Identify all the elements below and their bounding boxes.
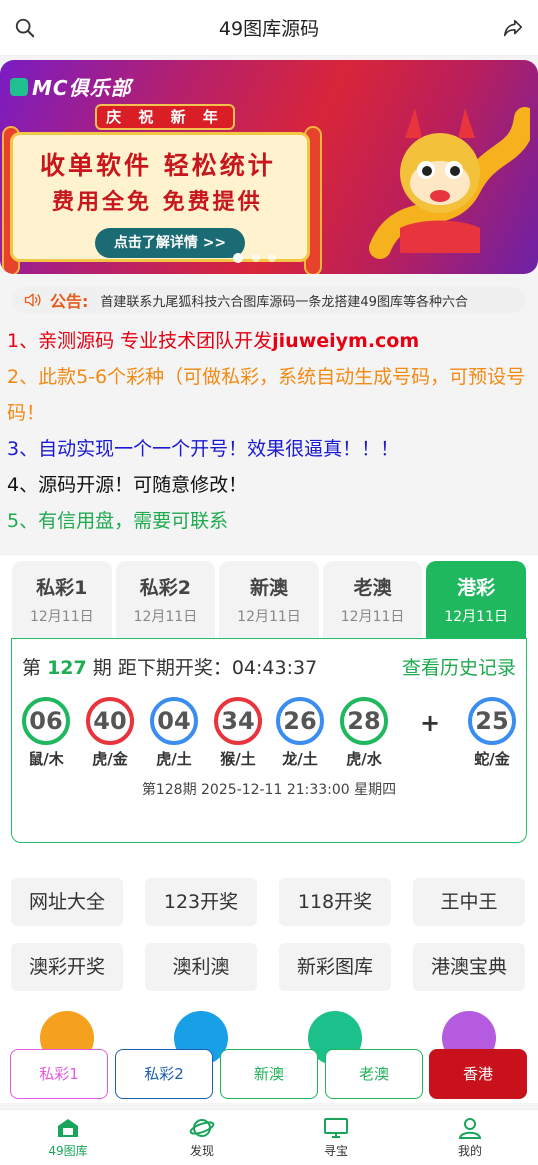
special-ball: 25 蛇/金 bbox=[468, 697, 516, 769]
ball-3: 04 虎/土 bbox=[150, 697, 198, 769]
tab-private-1[interactable]: 私彩1 12月11日 bbox=[12, 561, 112, 638]
history-link[interactable]: 查看历史记录 bbox=[402, 653, 516, 680]
tab-new-macau[interactable]: 新澳 12月11日 bbox=[219, 561, 319, 638]
home-gallery-icon bbox=[58, 1119, 78, 1137]
lottery-tabs: 私彩1 12月11日 私彩2 12月11日 新澳 12月11日 老澳 12月11日 港彩… bbox=[12, 561, 526, 638]
dragon-illustration-icon bbox=[369, 107, 530, 259]
nav-item-profile[interactable]: 我的 bbox=[430, 1116, 510, 1159]
monitor-icon bbox=[324, 1118, 348, 1138]
banner-scroll-title: 庆 祝 新 年 bbox=[95, 104, 235, 130]
ball-2: 40 虎/金 bbox=[86, 697, 134, 769]
search-icon[interactable] bbox=[14, 17, 36, 39]
intro-line-5: 5、有信用盘，需要可联系 bbox=[7, 510, 229, 532]
bottom-nav: 49图库 发现 寻宝 我的 bbox=[0, 1109, 538, 1165]
plus-sign: + bbox=[420, 709, 441, 737]
ball-5: 26 龙/土 bbox=[276, 697, 324, 769]
link-button[interactable]: 澳彩开奖 bbox=[11, 943, 123, 991]
announcement-bar[interactable]: 公告: 首建联系九尾狐科技六合图库源码一条龙搭建49图库等各种六合 bbox=[12, 287, 526, 313]
promo-banner[interactable]: MC俱乐部 庆 祝 新 年 收单软件 轻松统计 费用全免 免费提供 点击了解详情… bbox=[0, 60, 538, 274]
tab-old-macau[interactable]: 老澳 12月11日 bbox=[322, 561, 423, 638]
quick-lottery-tabs: 私彩1 私彩2 新澳 老澳 香港 bbox=[10, 1049, 528, 1099]
carousel-dots[interactable] bbox=[232, 252, 292, 264]
quick-tab-private-1[interactable]: 私彩1 bbox=[10, 1049, 108, 1099]
top-header: 49图库源码 bbox=[0, 0, 538, 56]
announcement-text: 首建联系九尾狐科技六合图库源码一条龙搭建49图库等各种六合 bbox=[100, 294, 468, 310]
brand-logo-icon bbox=[10, 77, 28, 96]
user-icon bbox=[458, 1118, 482, 1139]
intro-line-3: 3、自动实现一个一个开号！效果很逼真！！！ bbox=[7, 438, 400, 460]
intro-line-4: 4、源码开源！可随意修改！ bbox=[7, 474, 248, 496]
lottery-card: 私彩1 12月11日 私彩2 12月11日 新澳 12月11日 老澳 12月11日 港彩… bbox=[0, 555, 538, 863]
banner-brand: MC俱乐部 bbox=[10, 72, 132, 101]
intro-list: 1、亲测源码 专业技术团队开发jiuweiym.com 2、此款5-6个彩种（可… bbox=[0, 321, 538, 543]
planet-icon bbox=[189, 1119, 215, 1137]
tab-hongkong[interactable]: 港彩 12月11日 bbox=[426, 561, 526, 638]
tab-private-2[interactable]: 私彩2 12月11日 bbox=[115, 561, 216, 638]
link-button[interactable]: 新彩图库 bbox=[279, 943, 391, 991]
quick-tab-private-2[interactable]: 私彩2 bbox=[115, 1049, 213, 1099]
quick-tab-new-macau[interactable]: 新澳 bbox=[220, 1049, 318, 1099]
intro-line-1: 1、亲测源码 专业技术团队开发jiuweiym.com bbox=[7, 330, 420, 352]
quick-tab-hongkong[interactable]: 香港 bbox=[429, 1049, 527, 1099]
share-icon[interactable] bbox=[502, 17, 524, 39]
link-button[interactable]: 港澳宝典 bbox=[413, 943, 525, 991]
draw-panel: 第 127 期 距下期开奖：04:43:37 查看历史记录 06 鼠/木 40 虎/… bbox=[11, 638, 527, 843]
nav-item-treasure[interactable]: 寻宝 bbox=[296, 1116, 376, 1159]
link-button[interactable]: 澳利澳 bbox=[145, 943, 257, 991]
announcement-label: 公告: bbox=[50, 292, 89, 311]
ball-row: 06 鼠/木 40 虎/金 04 虎/土 34 猴/土 26 龙/土 28 虎/水 + 25… bbox=[22, 697, 518, 777]
speaker-icon bbox=[24, 293, 41, 307]
link-button[interactable]: 118开奖 bbox=[279, 878, 391, 926]
quick-tab-old-macau[interactable]: 老澳 bbox=[325, 1049, 423, 1099]
next-draw-time: 第128期 2025-12-11 21:33:00 星期四 bbox=[141, 782, 397, 798]
link-button[interactable]: 网址大全 bbox=[11, 878, 123, 926]
page-title: 49图库源码 bbox=[218, 18, 320, 40]
ball-1: 06 鼠/木 bbox=[22, 697, 70, 769]
link-button[interactable]: 王中王 bbox=[413, 878, 525, 926]
ball-6: 28 虎/水 bbox=[340, 697, 388, 769]
banner-line-1: 收单软件 轻松统计 bbox=[40, 151, 276, 180]
intro-line-2: 2、此款5-6个彩种（可做私彩，系统自动生成号码，可预设号码！ bbox=[7, 366, 526, 424]
ball-4: 34 猴/土 bbox=[214, 697, 262, 769]
draw-info: 第 127 期 距下期开奖：04:43:37 bbox=[22, 657, 318, 679]
banner-cta-button[interactable]: 点击了解详情 >> bbox=[95, 228, 245, 258]
nav-item-discover[interactable]: 发现 bbox=[162, 1116, 242, 1159]
banner-line-2: 费用全免 免费提供 bbox=[52, 190, 263, 215]
link-button[interactable]: 123开奖 bbox=[145, 878, 257, 926]
nav-item-home[interactable]: 49图库 bbox=[28, 1116, 108, 1159]
